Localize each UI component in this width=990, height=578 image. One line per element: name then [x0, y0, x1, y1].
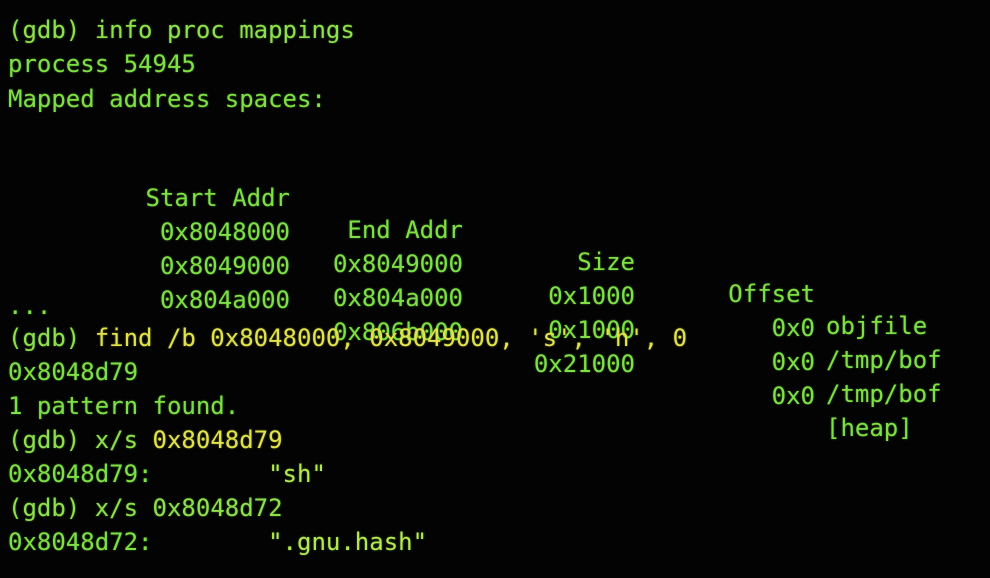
xs-result-2: 0x8048d72: ".gnu.hash" [8, 526, 427, 558]
row-objfile: /tmp/bof [826, 380, 942, 408]
command-text: find /b 0x8048000, 0x8049000, 's', 'h', … [94, 324, 688, 352]
command-text: x/s [94, 426, 139, 454]
row-end-addr: 0x804a000 [332, 284, 463, 312]
command-line-xs-1: (gdb) x/s 0x8048d79 [8, 424, 283, 456]
gdb-prompt: (gdb) [8, 16, 81, 44]
command-address: 0x8048d79 [152, 426, 283, 454]
row-objfile: [heap] [826, 414, 913, 442]
process-id-line: process 54945 [8, 50, 196, 78]
terminal-window[interactable]: (gdb) info proc mappings process 54945 M… [0, 0, 990, 578]
row-offset: 0x0 [771, 382, 815, 410]
row-start-addr: 0x804a000 [159, 286, 290, 314]
row-size: 0x1000 [548, 282, 635, 310]
command-text: x/s [94, 494, 139, 522]
result-address: 0x8048d72: [8, 528, 153, 556]
gdb-prompt: (gdb) [8, 426, 81, 454]
ellipsis-line: ... [8, 292, 52, 320]
command-line-find: (gdb) find /b 0x8048000, 0x8049000, 's',… [8, 322, 687, 354]
result-string: "sh" [268, 460, 326, 488]
pattern-found-line: 1 pattern found. [8, 392, 240, 420]
result-address: 0x8048d79: [8, 460, 153, 488]
result-string: ".gnu.hash" [268, 528, 428, 556]
xs-result-1: 0x8048d79: "sh" [8, 458, 326, 490]
find-result-address: 0x8048d79 [8, 358, 139, 386]
gdb-prompt: (gdb) [8, 324, 81, 352]
row-offset: 0x0 [771, 348, 815, 376]
row-objfile: /tmp/bof [826, 346, 942, 374]
mappings-header-row: Start Addr End Addr Size Offset objfile [0, 150, 990, 340]
mapped-address-heading: Mapped address spaces: [8, 85, 326, 113]
command-address: 0x8048d72 [152, 494, 283, 522]
mapping-row: 0x804a000 0x806b000 0x21000 0x0 [heap] [0, 252, 990, 442]
header-objfile: objfile [826, 312, 928, 340]
command-line-xs-2: (gdb) x/s 0x8048d72 [8, 492, 283, 524]
mapping-row: 0x8049000 0x804a000 0x1000 0x0 /tmp/bof [0, 218, 990, 408]
gdb-prompt: (gdb) [8, 494, 81, 522]
row-offset: 0x0 [771, 314, 815, 342]
command-text: info proc mappings [94, 16, 355, 44]
command-line-info-proc: (gdb) info proc mappings [8, 14, 355, 46]
mapping-row: 0x8048000 0x8049000 0x1000 0x0 /tmp/bof [0, 184, 990, 374]
